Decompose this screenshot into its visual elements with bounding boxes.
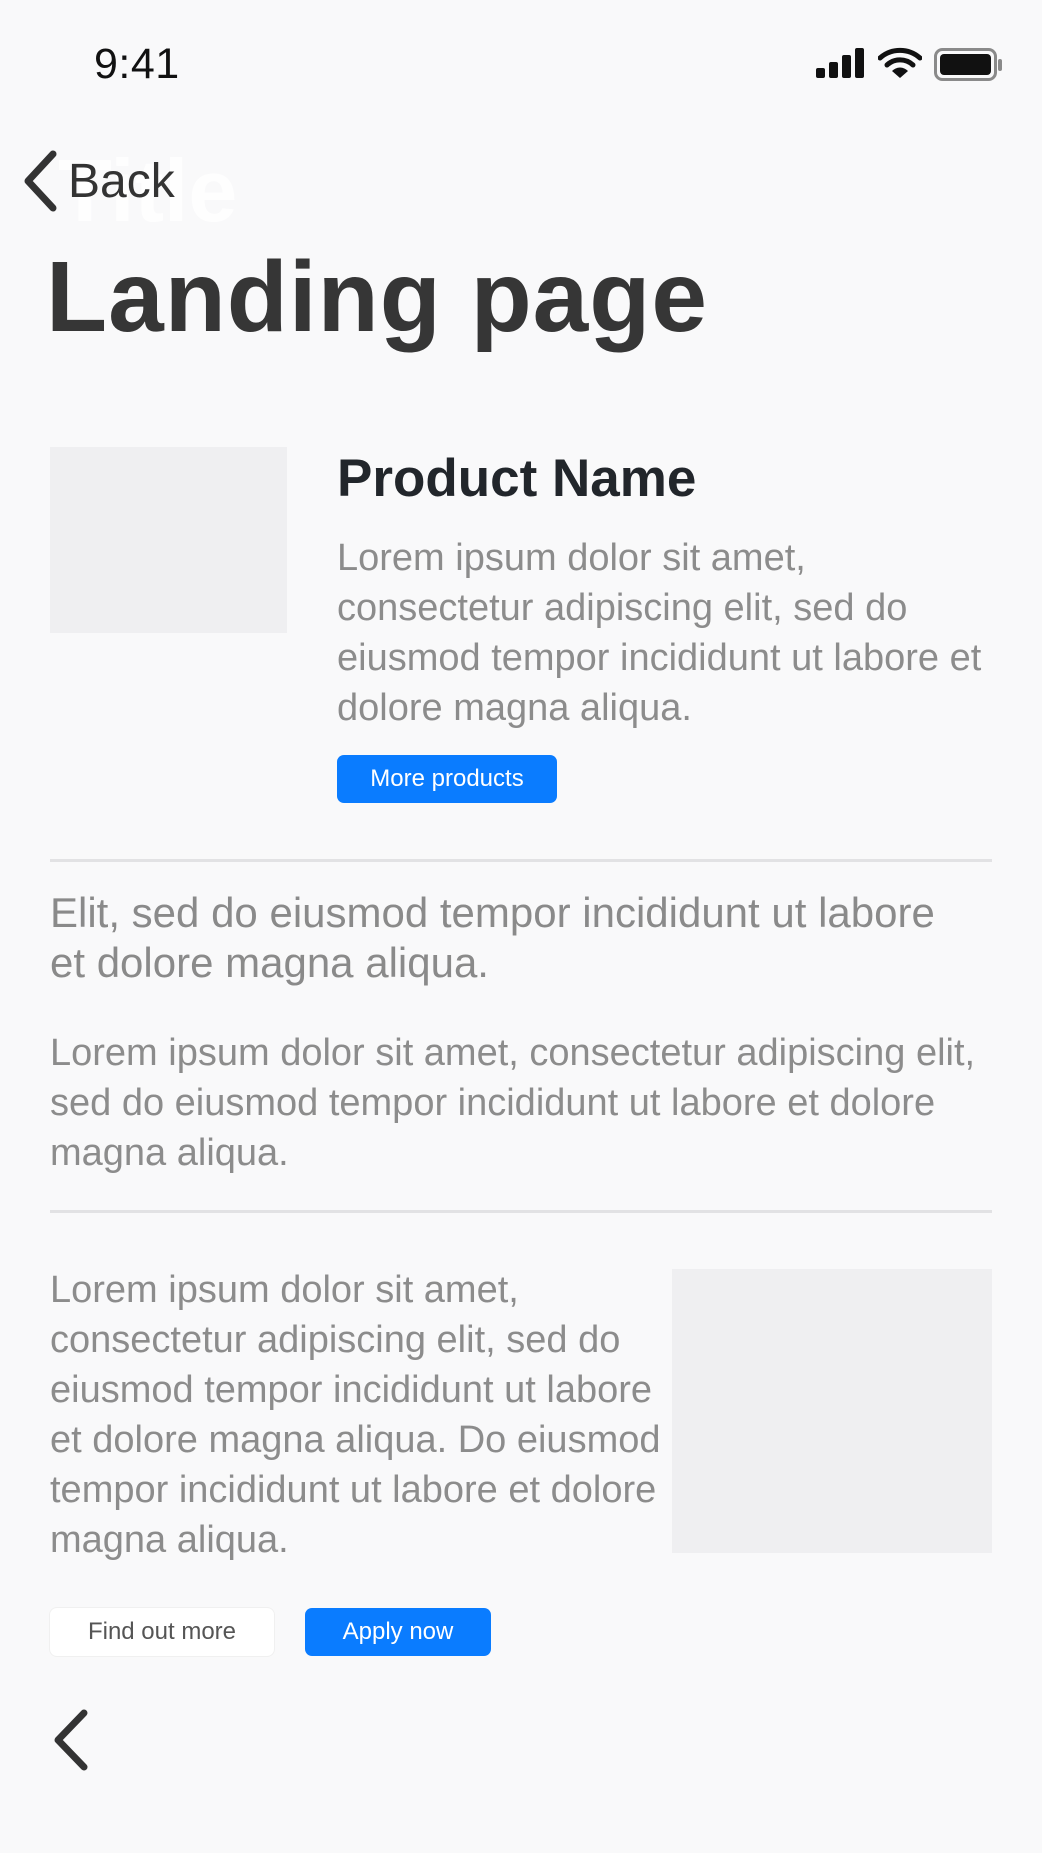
section-lead: Elit, sed do eiusmod tempor incididunt u… [50,889,935,986]
feature-image [672,1269,992,1553]
cellular-signal-icon [816,48,864,78]
product-name: Product Name [337,449,697,508]
find-out-more-button[interactable]: Find out more [50,1608,274,1656]
page-title: Landing page [46,241,708,353]
chevron-left-icon [24,150,57,212]
wifi-icon [878,47,922,78]
back-label: Back [68,154,175,208]
divider [50,1210,992,1213]
divider [50,859,992,862]
status-time: 9:41 [94,40,180,88]
product-description: Lorem ipsum dolor sit amet, consectetur … [337,537,982,729]
back-button[interactable]: Back [22,146,175,216]
battery-icon [934,48,1002,81]
product-image [50,447,287,633]
apply-now-button[interactable]: Apply now [305,1608,491,1656]
chevron-left-icon [54,1709,88,1771]
bottom-back-button[interactable] [50,1708,90,1777]
more-products-button[interactable]: More products [337,755,557,803]
section-paragraph: Lorem ipsum dolor sit amet, consectetur … [50,1032,976,1174]
feature-paragraph: Lorem ipsum dolor sit amet, consectetur … [50,1269,661,1561]
